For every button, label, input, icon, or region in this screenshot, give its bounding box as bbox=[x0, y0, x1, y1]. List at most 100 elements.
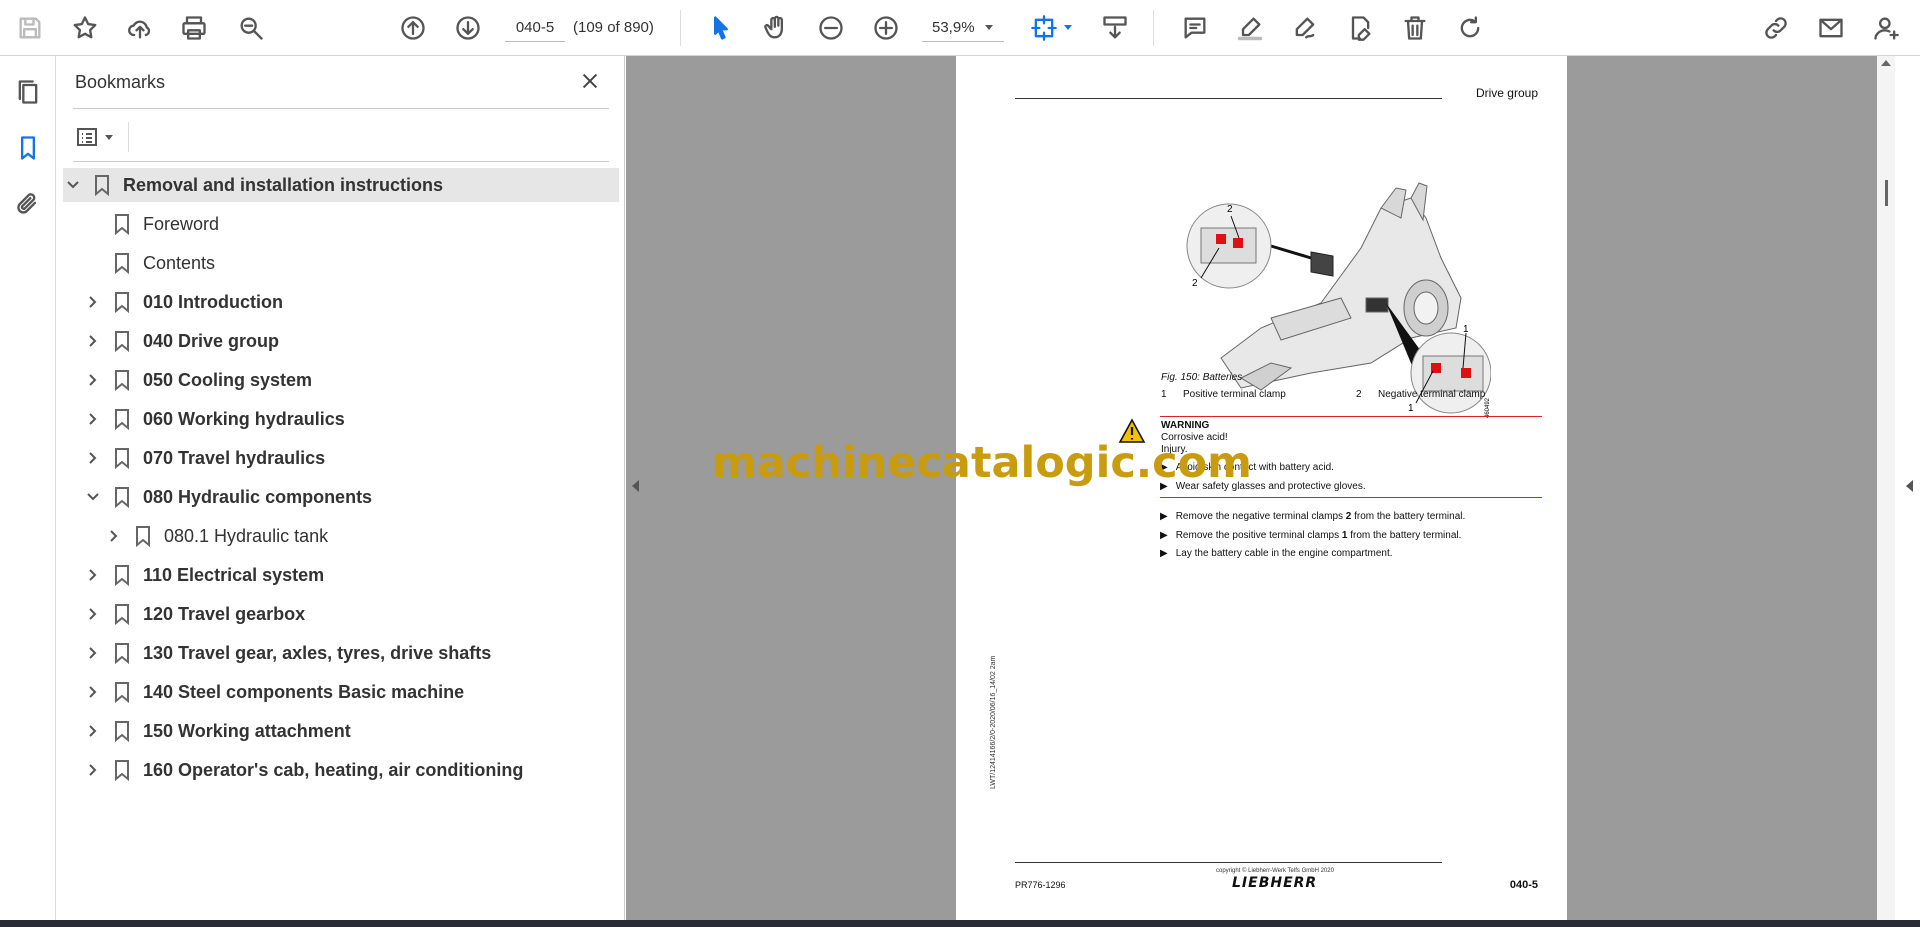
taskbar-strip bbox=[0, 920, 1920, 927]
zoom-out-icon[interactable] bbox=[813, 10, 849, 46]
figure-callout: 1 bbox=[1463, 324, 1469, 335]
main-toolbar: (109 of 890) 53,9% bbox=[0, 0, 1920, 56]
chevron-down-icon[interactable] bbox=[63, 175, 83, 195]
figure-callout: 2 bbox=[1192, 278, 1198, 289]
bookmark-item[interactable]: 070 Travel hydraulics bbox=[83, 441, 325, 475]
chevron-right-icon[interactable] bbox=[83, 370, 103, 390]
scroll-up-icon[interactable] bbox=[1881, 60, 1891, 66]
side-reference: LWT/12414166/2/0-2020/06/16_14/02 2am bbox=[990, 655, 997, 789]
chevron-right-icon[interactable] bbox=[83, 409, 103, 429]
bookmark-options-button[interactable] bbox=[75, 122, 125, 152]
bookmark-label: 040 Drive group bbox=[143, 330, 280, 351]
bookmark-item[interactable]: 120 Travel gearbox bbox=[83, 597, 305, 631]
toolbar-divider bbox=[680, 10, 681, 46]
next-page-icon[interactable] bbox=[450, 10, 486, 46]
chevron-right-icon[interactable] bbox=[83, 604, 103, 624]
fit-dropdown-icon[interactable] bbox=[1064, 25, 1072, 30]
bookmark-icon bbox=[111, 291, 133, 313]
rotate-icon[interactable] bbox=[1452, 10, 1488, 46]
bookmark-item[interactable]: 060 Working hydraulics bbox=[83, 402, 345, 436]
edit-pdf-icon[interactable] bbox=[1342, 10, 1378, 46]
bookmark-label: 140 Steel components Basic machine bbox=[143, 681, 465, 702]
page-count: (109 of 890) bbox=[573, 19, 654, 36]
bookmark-item[interactable]: 110 Electrical system bbox=[83, 558, 324, 592]
print-icon[interactable] bbox=[176, 10, 212, 46]
close-icon[interactable] bbox=[577, 68, 603, 94]
figure-callout: 1 bbox=[1408, 403, 1414, 414]
chevron-right-icon[interactable] bbox=[83, 682, 103, 702]
chevron-right-icon[interactable] bbox=[83, 331, 103, 351]
bookmark-item[interactable]: 040 Drive group bbox=[83, 324, 279, 358]
chevron-right-icon[interactable] bbox=[83, 721, 103, 741]
zoom-in-icon[interactable] bbox=[868, 10, 904, 46]
bookmark-label: 050 Cooling system bbox=[143, 369, 313, 390]
figure-callout: 2 bbox=[1227, 204, 1233, 215]
bookmark-label: 120 Travel gearbox bbox=[143, 603, 306, 624]
legend-num: 2 bbox=[1356, 389, 1362, 400]
footer-page-number: 040-5 bbox=[1509, 879, 1538, 891]
bookmark-item[interactable]: 150 Working attachment bbox=[83, 714, 351, 748]
page-number-input[interactable] bbox=[505, 14, 565, 42]
upload-cloud-icon[interactable] bbox=[122, 10, 158, 46]
chevron-right-icon[interactable] bbox=[104, 526, 124, 546]
comment-icon[interactable] bbox=[1177, 10, 1213, 46]
bookmark-item[interactable]: 050 Cooling system bbox=[83, 363, 312, 397]
bookmark-icon bbox=[111, 408, 133, 430]
attachments-icon[interactable] bbox=[10, 186, 46, 222]
chevron-right-icon[interactable] bbox=[83, 643, 103, 663]
bookmarks-rail-icon[interactable] bbox=[10, 130, 46, 166]
bookmark-item[interactable]: 160 Operator's cab, heating, air conditi… bbox=[83, 753, 523, 787]
toolbar-divider bbox=[1153, 10, 1154, 46]
chevron-right-icon[interactable] bbox=[83, 760, 103, 780]
bookmark-label: Contents bbox=[143, 252, 216, 273]
bookmark-item[interactable]: Contents bbox=[83, 246, 215, 280]
scroll-mode-icon[interactable] bbox=[1097, 10, 1133, 46]
chevron-right-icon[interactable] bbox=[83, 448, 103, 468]
zoom-dropdown-icon[interactable] bbox=[985, 25, 993, 30]
panel-divider bbox=[73, 161, 609, 162]
zoom-level: 53,9% bbox=[932, 19, 975, 36]
bookmark-item[interactable]: 140 Steel components Basic machine bbox=[83, 675, 464, 709]
expand-right-panel-icon[interactable] bbox=[1906, 480, 1913, 492]
previous-page-icon[interactable] bbox=[395, 10, 431, 46]
page-thumbnails-icon[interactable] bbox=[10, 74, 46, 110]
draw-signature-icon[interactable] bbox=[1287, 10, 1323, 46]
bookmark-item[interactable]: 010 Introduction bbox=[83, 285, 283, 319]
chevron-down-icon[interactable] bbox=[83, 487, 103, 507]
legend-text: Positive terminal clamp bbox=[1183, 389, 1286, 400]
instruction-step: ▶ Remove the positive terminal clamps 1 f… bbox=[1160, 530, 1462, 541]
instruction-step: ▶ Remove the negative terminal clamps 2 f… bbox=[1160, 511, 1466, 522]
fit-page-icon[interactable] bbox=[1026, 10, 1062, 46]
warning-top-rule bbox=[1160, 416, 1542, 417]
delete-icon[interactable] bbox=[1397, 10, 1433, 46]
bookmark-label: 080 Hydraulic components bbox=[143, 486, 373, 507]
warning-title: WARNING bbox=[1161, 420, 1210, 431]
panel-title: Bookmarks bbox=[75, 72, 166, 92]
share-link-icon[interactable] bbox=[1758, 10, 1794, 46]
bookmark-item[interactable]: 080.1 Hydraulic tank bbox=[104, 519, 328, 553]
account-icon[interactable] bbox=[1868, 10, 1904, 46]
hand-tool-icon[interactable] bbox=[758, 10, 794, 46]
bookmark-item[interactable]: Foreword bbox=[83, 207, 219, 241]
pdf-page: Drive group 2 2 1 1 460492 Fig. 150: Bat… bbox=[956, 56, 1567, 920]
star-icon[interactable] bbox=[67, 10, 103, 46]
chevron-right-icon[interactable] bbox=[83, 565, 103, 585]
chevron-right-icon[interactable] bbox=[83, 292, 103, 312]
watermark-text: machinecatalogic.com bbox=[712, 438, 1252, 488]
collapse-left-panel-icon[interactable] bbox=[632, 480, 639, 492]
bookmark-item[interactable]: 080 Hydraulic components bbox=[83, 480, 372, 514]
find-icon[interactable] bbox=[233, 10, 269, 46]
figure-caption: Fig. 150: Batteries bbox=[1161, 372, 1243, 383]
bookmark-item[interactable]: Removal and installation instructions bbox=[63, 168, 619, 202]
highlight-pen-icon[interactable] bbox=[1232, 10, 1268, 46]
page-header-title: Drive group bbox=[1475, 86, 1538, 100]
panel-divider bbox=[128, 122, 129, 152]
email-icon[interactable] bbox=[1813, 10, 1849, 46]
select-cursor-icon[interactable] bbox=[703, 10, 739, 46]
legend-num: 1 bbox=[1161, 389, 1167, 400]
bookmark-icon bbox=[111, 564, 133, 586]
bookmark-item[interactable]: 130 Travel gear, axles, tyres, drive sha… bbox=[83, 636, 491, 670]
scroll-thumb[interactable] bbox=[1885, 180, 1888, 206]
save-icon[interactable] bbox=[12, 10, 48, 46]
